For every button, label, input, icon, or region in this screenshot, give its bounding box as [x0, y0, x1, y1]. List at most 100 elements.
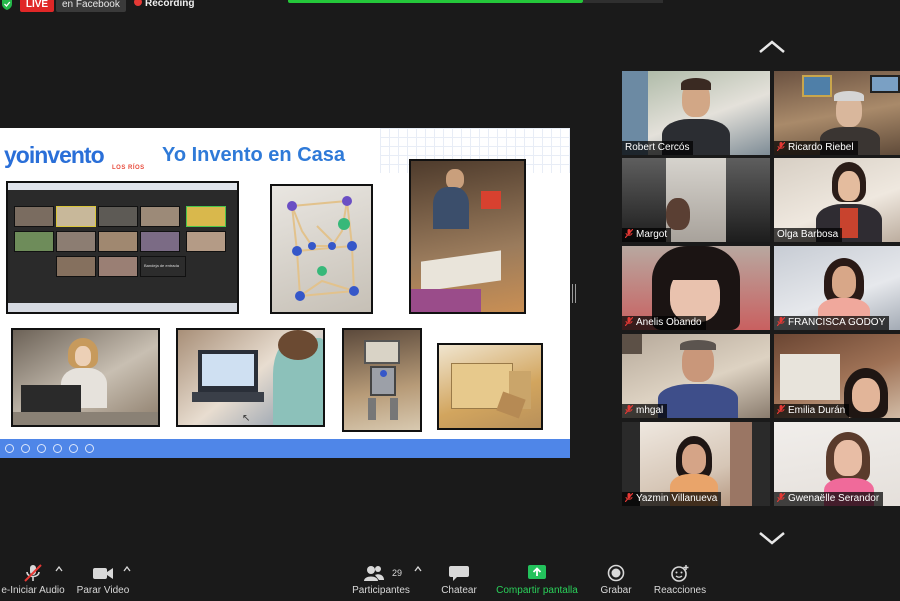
- live-badge[interactable]: LIVE: [20, 0, 54, 12]
- participants-label: Participantes: [352, 585, 410, 596]
- live-target-label: en Facebook: [56, 0, 126, 12]
- mic-off-icon: [625, 317, 633, 326]
- participant-name: Anelis Obando: [622, 316, 706, 330]
- chevron-up-icon[interactable]: [414, 566, 422, 572]
- record-label: Grabar: [600, 585, 632, 596]
- mini-video-tile: [56, 256, 96, 277]
- video-label: Parar Video: [76, 585, 130, 596]
- participant-video-tile[interactable]: Anelis Obando: [622, 246, 770, 330]
- participant-name: Olga Barbosa: [774, 228, 843, 242]
- reactions-button[interactable]: Reacciones: [650, 555, 710, 601]
- pages-icon[interactable]: [37, 444, 46, 453]
- chat-label: Chatear: [441, 585, 477, 596]
- zoom-meeting-window: LIVE en Facebook Recording yoinvento LOS…: [0, 0, 900, 601]
- chevron-up-icon[interactable]: [55, 566, 63, 572]
- mini-screen-caption: Bandeja de entrada: [144, 263, 179, 268]
- mic-off-icon: [777, 142, 785, 151]
- mini-title-bar: [8, 183, 237, 190]
- mic-off-icon: [625, 493, 633, 502]
- mic-off-icon: [625, 405, 633, 414]
- share-screen-icon: [528, 565, 546, 579]
- photo-zoom-screenshot: Bandeja de entrada: [6, 181, 239, 314]
- screen-share-bar[interactable]: [288, 0, 583, 3]
- mini-video-tile: [140, 231, 180, 252]
- participant-video-tile[interactable]: Olga Barbosa: [774, 158, 900, 242]
- mini-video-tile: [140, 206, 180, 227]
- participant-video-tile[interactable]: Margot: [622, 158, 770, 242]
- record-button[interactable]: Grabar: [594, 555, 638, 601]
- mic-off-icon: [24, 564, 42, 582]
- mini-video-tile: [98, 231, 138, 252]
- participant-name: Ricardo Riebel: [774, 141, 858, 155]
- photo-molecule-structure: [270, 184, 373, 314]
- share-screen-label: Compartir pantalla: [496, 585, 578, 596]
- reactions-icon: [671, 565, 689, 582]
- recording-indicator: Recording: [134, 0, 194, 10]
- record-dot-icon: [134, 0, 142, 6]
- record-icon: [607, 564, 625, 582]
- view-icon[interactable]: [69, 444, 78, 453]
- shield-icon: [2, 0, 12, 10]
- participant-video-tile[interactable]: Yazmin Villanueva: [622, 422, 770, 506]
- mini-toolbar: [8, 303, 237, 312]
- video-button[interactable]: Parar Video: [72, 555, 134, 601]
- participants-icon: [364, 566, 385, 581]
- participants-button[interactable]: 29 Participantes: [348, 555, 414, 601]
- photo-boy-building: [409, 159, 526, 314]
- slide-title: Yo Invento en Casa: [162, 144, 346, 166]
- participant-name: Margot: [622, 228, 672, 242]
- chat-icon: [449, 566, 469, 581]
- mic-off-icon: [777, 493, 785, 502]
- top-status-bar: LIVE en Facebook Recording: [0, 0, 900, 12]
- pen-icon[interactable]: [21, 444, 30, 453]
- structure-drawing: [287, 196, 359, 301]
- participant-video-tile[interactable]: Ricardo Riebel: [774, 71, 900, 155]
- meeting-toolbar: e-Iniciar Audio Parar Video 29 Participa…: [0, 555, 900, 601]
- mini-video-tile: [98, 206, 138, 227]
- reactions-label: Reacciones: [653, 585, 707, 596]
- share-screen-button[interactable]: Compartir pantalla: [492, 555, 582, 601]
- mic-off-icon: [625, 229, 633, 238]
- audio-button[interactable]: e-Iniciar Audio: [0, 555, 66, 601]
- participant-video-tile[interactable]: Emilia Durán: [774, 334, 900, 418]
- mini-video-tile: [56, 206, 96, 227]
- chevron-up-icon[interactable]: [123, 566, 131, 572]
- video-icon: [93, 568, 113, 579]
- chat-button[interactable]: Chatear: [434, 555, 484, 601]
- mic-off-icon: [777, 317, 785, 326]
- participant-video-tile[interactable]: mhgal: [622, 334, 770, 418]
- chevron-up-icon[interactable]: [758, 40, 786, 54]
- participant-video-tile[interactable]: Robert Cercós: [622, 71, 770, 155]
- participant-name: Yazmin Villanueva: [622, 492, 722, 506]
- participant-name: FRANCISCA GODOY: [774, 316, 890, 330]
- more-icon[interactable]: [85, 444, 94, 453]
- participant-name: Emilia Durán: [774, 404, 850, 418]
- participant-video-tile[interactable]: FRANCISCA GODOY: [774, 246, 900, 330]
- chevron-down-icon[interactable]: [758, 531, 786, 545]
- mouse-cursor: ↖: [242, 413, 251, 424]
- mini-video-tile: [14, 231, 54, 252]
- participant-name: Gwenaëlle Serandor: [774, 492, 884, 506]
- panel-resize-handle[interactable]: [572, 284, 576, 303]
- mini-video-tile: [98, 256, 138, 277]
- participant-name: mhgal: [622, 404, 668, 418]
- mini-video-tile: [186, 231, 226, 252]
- mini-video-tile: [186, 206, 226, 227]
- mic-off-icon: [777, 405, 785, 414]
- mini-video-tile: [56, 231, 96, 252]
- shared-screen: yoinvento LOS RÍOS Yo Invento en Casa Ba…: [0, 128, 570, 458]
- logo-subtitle: LOS RÍOS: [112, 165, 145, 171]
- photo-girl-laptop: [11, 328, 160, 427]
- photo-cardboard-house: [437, 343, 543, 430]
- mini-video-tile: Bandeja de entrada: [140, 256, 186, 277]
- photo-robot-model: [342, 328, 422, 432]
- participants-count: 29: [392, 568, 403, 578]
- photo-laptop-screen: [176, 328, 325, 427]
- mini-video-tile: [14, 206, 54, 227]
- play-icon[interactable]: [5, 444, 14, 453]
- audio-label: e-Iniciar Audio: [1, 585, 65, 596]
- recording-label: Recording: [145, 0, 195, 9]
- yoinvento-logo: yoinvento: [4, 142, 105, 168]
- zoom-icon[interactable]: [53, 444, 62, 453]
- participant-video-tile[interactable]: Gwenaëlle Serandor: [774, 422, 900, 506]
